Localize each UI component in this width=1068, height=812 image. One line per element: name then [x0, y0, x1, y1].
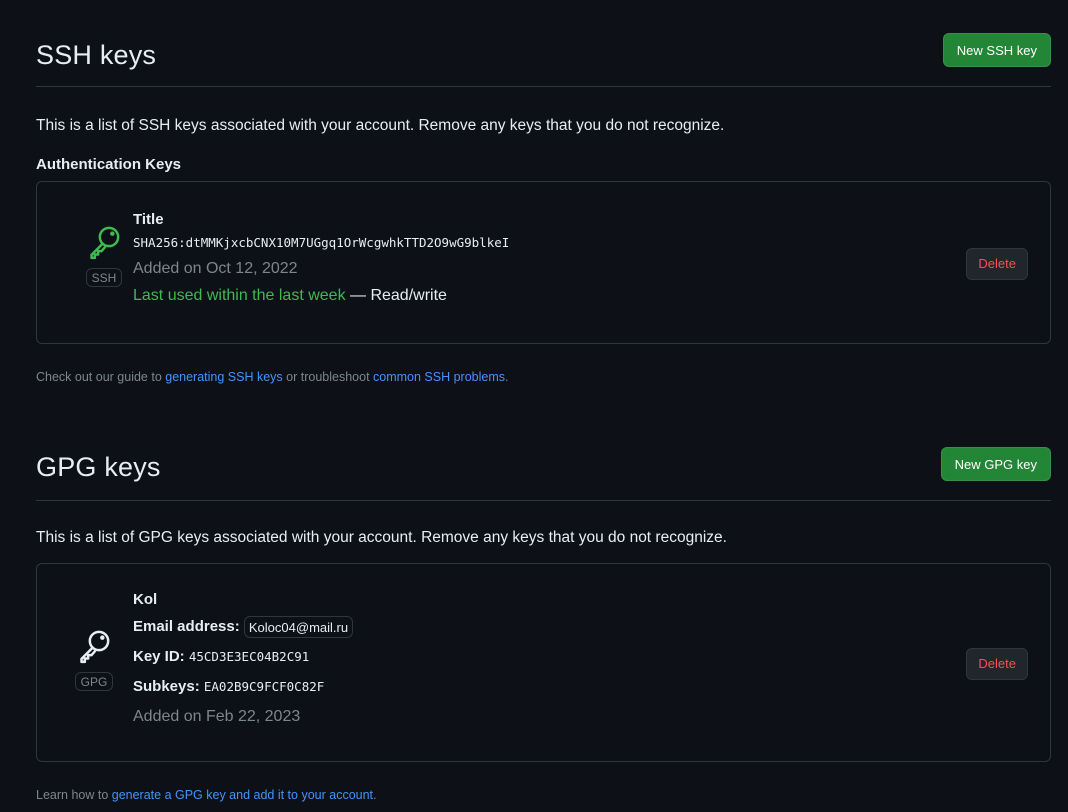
gpg-email-label: Email address:: [133, 618, 240, 635]
generate-gpg-key-link[interactable]: generate a GPG key and add it to your ac…: [112, 788, 373, 802]
gpg-key-name: Kol: [133, 591, 158, 608]
gpg-key-details: Kol Email address: Koloc04@mail.ru Key I…: [133, 588, 354, 731]
ssh-key-details: Title SHA256:dtMMKjxcbCNX10M7UGgq1OrWcgw…: [133, 208, 509, 309]
ssh-key-added-date: Added on Oct 12, 2022: [133, 260, 298, 277]
gpg-email-value: Koloc04@mail.ru: [243, 616, 354, 639]
gpg-subkeys-value: EA02B9C9FCF0C82F: [203, 679, 325, 694]
ssh-key-icon-group: SSH: [79, 222, 129, 287]
gpg-email-row: Email address: Koloc04@mail.ru: [133, 612, 354, 642]
ssh-help-note: Check out our guide to generating SSH ke…: [36, 370, 509, 384]
ssh-help-suffix: .: [505, 370, 509, 384]
gpg-help-prefix: Learn how to: [36, 788, 112, 802]
delete-gpg-key-button[interactable]: Delete: [966, 648, 1028, 680]
ssh-key-title: Title: [133, 211, 164, 228]
gpg-subkeys-row: Subkeys: EA02B9C9FCF0C82F: [133, 672, 353, 702]
gpg-keyid-row: Key ID: 45CD3E3EC04B2C91: [133, 642, 353, 672]
gpg-keyid-value: 45CD3E3EC04B2C91: [188, 649, 310, 664]
ssh-key-last-used-status: Last used within the last week: [133, 287, 346, 304]
ssh-section-header: SSH keys New SSH key: [36, 0, 1051, 87]
new-gpg-key-button[interactable]: New GPG key: [940, 447, 1051, 481]
ssh-type-badge: SSH: [85, 268, 123, 287]
gpg-type-badge: GPG: [74, 672, 114, 691]
gpg-key-icon-group: GPG: [69, 626, 119, 691]
gpg-section-title: GPG keys: [36, 452, 161, 482]
authentication-keys-heading: Authentication Keys: [36, 156, 182, 173]
ssh-key-item: SSH Title SHA256:dtMMKjxcbCNX10M7UGgq1Or…: [36, 181, 1051, 344]
ssh-description: This is a list of SSH keys associated wi…: [36, 117, 725, 134]
keys-settings-page: SSH keys New SSH key This is a list of S…: [36, 0, 1051, 812]
gpg-help-suffix: .: [373, 788, 377, 802]
common-ssh-problems-link[interactable]: common SSH problems: [373, 370, 505, 384]
gpg-keyid-label: Key ID:: [133, 648, 185, 665]
delete-ssh-key-button[interactable]: Delete: [966, 248, 1028, 280]
ssh-help-prefix: Check out our guide to: [36, 370, 166, 384]
key-icon: [90, 226, 120, 260]
generating-ssh-keys-link[interactable]: generating SSH keys: [165, 370, 282, 384]
ssh-section-title: SSH keys: [36, 40, 157, 70]
gpg-section-header: GPG keys New GPG key: [36, 430, 1051, 501]
ssh-key-fingerprint: SHA256:dtMMKjxcbCNX10M7UGgq1OrWcgwhkTTD2…: [133, 235, 510, 250]
ssh-key-last-used: Last used within the last week — Read/wr…: [133, 283, 509, 309]
gpg-key-item: GPG Kol Email address: Koloc04@mail.ru K…: [36, 563, 1051, 762]
gpg-key-added-date: Added on Feb 22, 2023: [133, 708, 301, 725]
ssh-help-middle: or troubleshoot: [282, 370, 374, 384]
gpg-help-note: Learn how to generate a GPG key and add …: [36, 788, 377, 802]
ssh-key-access-level: — Read/write: [345, 287, 447, 304]
new-ssh-key-button[interactable]: New SSH key: [942, 33, 1051, 67]
gpg-subkeys-label: Subkeys:: [133, 678, 200, 695]
gpg-description: This is a list of GPG keys associated wi…: [36, 529, 727, 546]
key-icon: [80, 630, 110, 664]
